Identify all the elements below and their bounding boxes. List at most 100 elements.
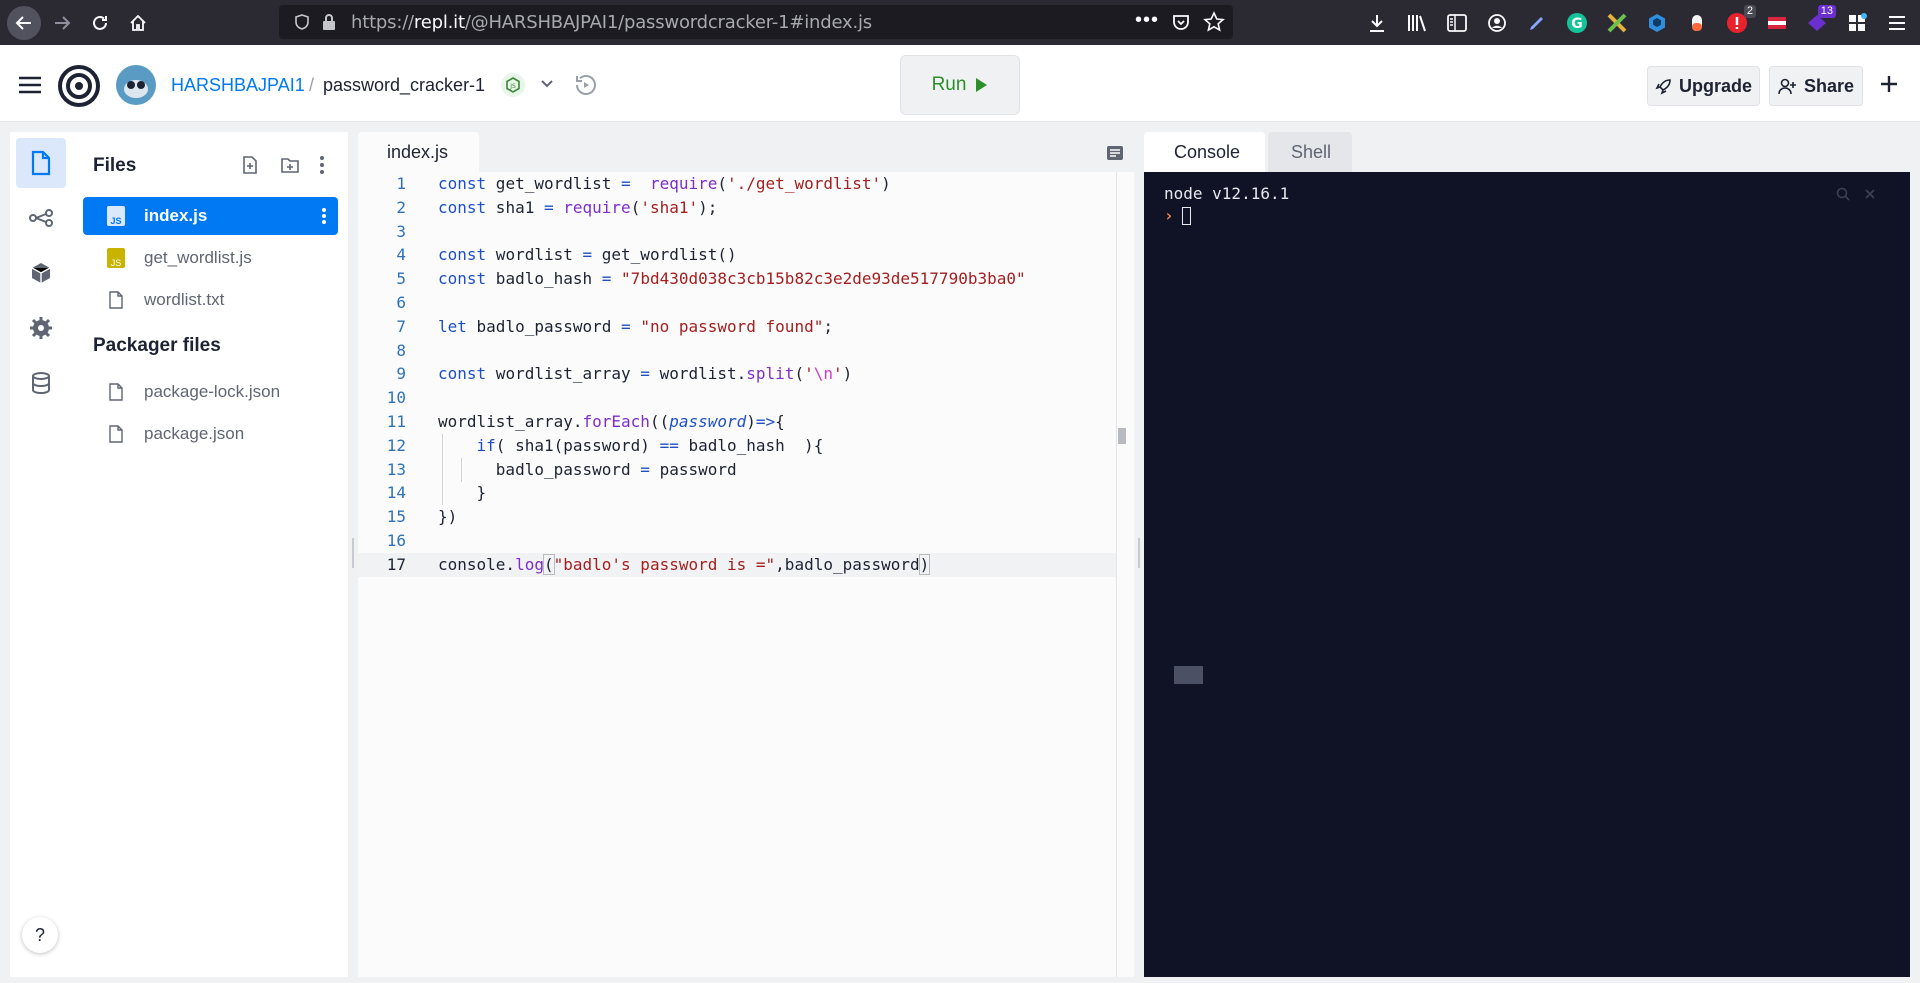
account-icon[interactable]: [1484, 10, 1510, 36]
home-button[interactable]: [121, 6, 155, 40]
new-folder-icon[interactable]: [280, 156, 300, 174]
reload-button[interactable]: [83, 6, 117, 40]
line-number: 2: [396, 197, 406, 217]
shield-icon[interactable]: [293, 13, 311, 31]
repl-name[interactable]: password_cracker-1: [323, 75, 485, 96]
browser-extensions: G 2 13: [1357, 0, 1920, 45]
files-more-icon[interactable]: [319, 155, 325, 175]
line-number: 16: [386, 530, 406, 550]
run-button[interactable]: Run: [900, 55, 1020, 115]
forward-button[interactable]: [45, 6, 79, 40]
replit-logo-icon[interactable]: [58, 65, 100, 107]
more-icon[interactable]: •••: [1135, 9, 1159, 32]
code-line: 5 const badlo_hash = "7bd430d038c3cb15b82…: [358, 267, 1116, 291]
code-line: 9 const wordlist_array = wordlist.split('…: [358, 362, 1116, 386]
code-line: 14 }: [358, 481, 1116, 505]
library-icon[interactable]: [1404, 10, 1430, 36]
editor-scrollbar-thumb[interactable]: [1118, 428, 1126, 444]
code-area[interactable]: 1 const get_wordlist = require('./get_wor…: [358, 172, 1116, 577]
menu-icon[interactable]: [1884, 10, 1910, 36]
sidebar-rail: ?: [10, 132, 72, 977]
panel-resize-handle[interactable]: [1138, 538, 1140, 568]
file-more-icon[interactable]: [321, 207, 327, 225]
svg-text:JS: JS: [509, 83, 516, 90]
file-item-package-lock-json[interactable]: package-lock.json: [83, 373, 338, 411]
url-text: https://repl.it/@HARSHBAJPAI1/passwordcr…: [351, 11, 872, 33]
line-number: 14: [386, 483, 406, 503]
tab-shell[interactable]: Shell: [1268, 132, 1352, 172]
lock-icon[interactable]: [321, 13, 337, 31]
file-item-label: get_wordlist.js: [144, 248, 252, 267]
shield-extension-icon[interactable]: 2: [1724, 4, 1756, 36]
code-line: 7 let badlo_password = "no password found…: [358, 315, 1116, 339]
clear-console-icon[interactable]: [1864, 188, 1876, 200]
cube-extension-icon[interactable]: [1644, 10, 1670, 36]
tab-index-js[interactable]: index.js: [358, 132, 479, 172]
plus-icon[interactable]: [1880, 75, 1898, 93]
file-item-package-json[interactable]: package.json: [83, 415, 338, 453]
history-icon[interactable]: [572, 72, 600, 98]
cross-tool-icon[interactable]: [1604, 10, 1630, 36]
cursor: [1181, 207, 1191, 225]
rail-version-control[interactable]: [16, 193, 66, 243]
tab-console[interactable]: Console: [1144, 132, 1265, 172]
help-button[interactable]: ?: [22, 917, 58, 953]
capsule-extension-icon[interactable]: [1684, 10, 1710, 36]
scroll-indicator: [1174, 666, 1203, 684]
js-file-icon: JS: [107, 248, 125, 268]
terminal-output: node v12.16.1 ›: [1164, 184, 1289, 226]
flag-extension-icon[interactable]: [1764, 10, 1790, 36]
package-icon: [31, 263, 51, 283]
back-button[interactable]: [7, 5, 41, 40]
new-file-icon[interactable]: [242, 155, 258, 175]
home-icon: [130, 14, 146, 31]
rail-packages[interactable]: [16, 248, 66, 298]
files-panel: Files JS index.js JS get_wordlist.js wor…: [72, 132, 348, 977]
file-icon: [109, 425, 123, 443]
line-number: 1: [396, 174, 406, 193]
search-icon[interactable]: [1836, 187, 1850, 201]
download-icon[interactable]: [1364, 10, 1390, 36]
file-icon: [31, 150, 51, 176]
line-number: 3: [396, 221, 406, 241]
diamond-extension-icon[interactable]: 13: [1804, 4, 1836, 36]
share-button[interactable]: Share: [1769, 66, 1863, 106]
hamburger-icon[interactable]: [18, 75, 42, 95]
rail-settings[interactable]: [16, 303, 66, 353]
js-file-icon: JS: [107, 206, 125, 226]
sidebar-toggle-icon[interactable]: [1444, 10, 1470, 36]
console-tab-bar: Console Shell: [1144, 132, 1910, 172]
terminal[interactable]: node v12.16.1 ›: [1144, 172, 1910, 977]
url-bar[interactable]: https://repl.it/@HARSHBAJPAI1/passwordcr…: [279, 5, 1233, 39]
code-line: 13 badlo_password = password: [358, 458, 1116, 482]
grammarly-icon[interactable]: G: [1564, 10, 1590, 36]
file-item-index-js[interactable]: JS index.js: [83, 197, 338, 235]
line-number: 11: [386, 411, 406, 431]
line-number: 7: [396, 316, 406, 336]
editor-scrollbar-track: [1116, 172, 1117, 977]
code-line-active: 17 console.log("badlo's password is =",ba…: [358, 552, 1116, 577]
share-label: Share: [1803, 75, 1855, 96]
avatar[interactable]: [116, 65, 156, 105]
file-item-wordlist-txt[interactable]: wordlist.txt: [83, 281, 338, 319]
line-number: 10: [386, 388, 406, 408]
star-icon[interactable]: [1203, 11, 1225, 33]
pocket-icon[interactable]: [1171, 12, 1191, 32]
panel-resize-handle[interactable]: [352, 538, 354, 568]
nodejs-language-icon[interactable]: JS: [500, 72, 526, 98]
grid-extension-icon[interactable]: [1844, 10, 1870, 36]
upgrade-label: Upgrade: [1678, 75, 1752, 96]
upgrade-button[interactable]: Upgrade: [1647, 66, 1760, 106]
pen-extension-icon[interactable]: [1524, 10, 1550, 36]
owner-link[interactable]: HARSHBAJPAI1: [171, 75, 305, 96]
file-item-get-wordlist-js[interactable]: JS get_wordlist.js: [83, 239, 338, 277]
reload-icon: [93, 15, 107, 30]
rail-files[interactable]: [16, 138, 66, 188]
code-editor: index.js 1 const get_wordlist = require('…: [358, 132, 1134, 977]
rail-database[interactable]: [16, 358, 66, 408]
console-panel: Console Shell node v12.16.1 ›: [1144, 132, 1910, 977]
format-icon[interactable]: [1106, 145, 1124, 161]
line-number: 9: [396, 364, 406, 384]
chevron-down-icon[interactable]: [540, 79, 554, 89]
line-number: 15: [386, 507, 406, 527]
